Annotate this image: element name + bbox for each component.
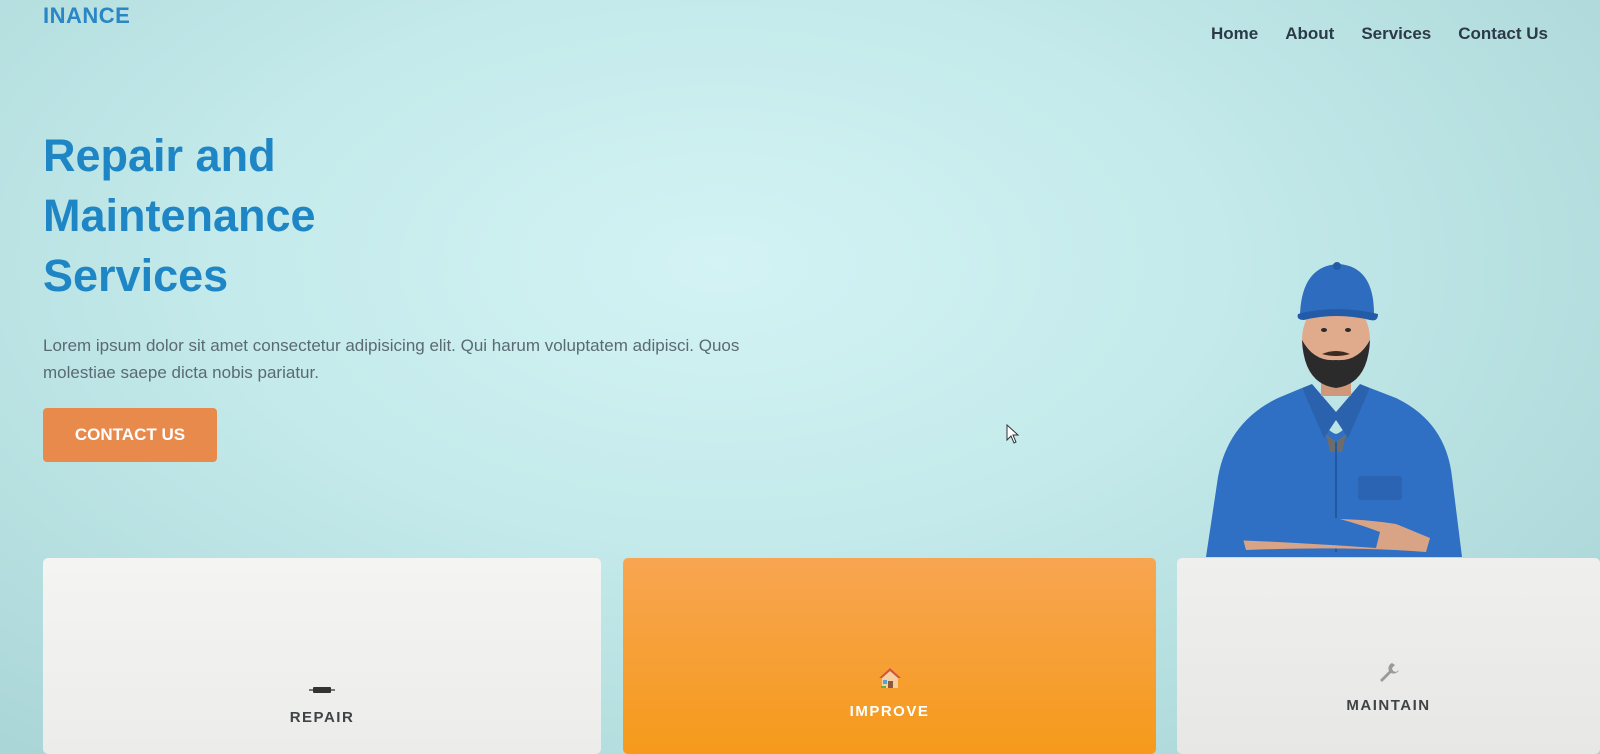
nav-contact-us[interactable]: Contact Us bbox=[1458, 24, 1548, 44]
repair-card[interactable]: REPAIR bbox=[43, 558, 601, 754]
improve-card-label: IMPROVE bbox=[849, 703, 930, 720]
nav-about[interactable]: About bbox=[1285, 24, 1334, 44]
main-nav: Home About Services Contact Us bbox=[1211, 24, 1548, 44]
repair-icon bbox=[309, 687, 335, 693]
hero-title: Repair and Maintenance Services bbox=[43, 126, 443, 306]
maintain-card[interactable]: MAINTAIN bbox=[1177, 558, 1600, 754]
hero-title-line: Maintenance bbox=[43, 190, 316, 241]
hero-title-line: Services bbox=[43, 250, 229, 301]
maintain-card-label: MAINTAIN bbox=[1346, 697, 1431, 714]
nav-services[interactable]: Services bbox=[1361, 24, 1431, 44]
improve-card[interactable]: IMPROVE bbox=[623, 558, 1156, 754]
hero-description: Lorem ipsum dolor sit amet consectetur a… bbox=[43, 336, 740, 382]
mouse-cursor-icon bbox=[1006, 424, 1020, 444]
brand-logo[interactable]: INANCE bbox=[43, 3, 130, 29]
wrench-icon bbox=[1379, 663, 1399, 682]
nav-home[interactable]: Home bbox=[1211, 24, 1258, 44]
hero-title-line: Repair and bbox=[43, 130, 276, 181]
repair-card-label: REPAIR bbox=[289, 709, 355, 726]
contact-us-button[interactable]: CONTACT US bbox=[43, 408, 217, 462]
house-icon bbox=[878, 668, 901, 688]
technician-image bbox=[1206, 262, 1462, 557]
